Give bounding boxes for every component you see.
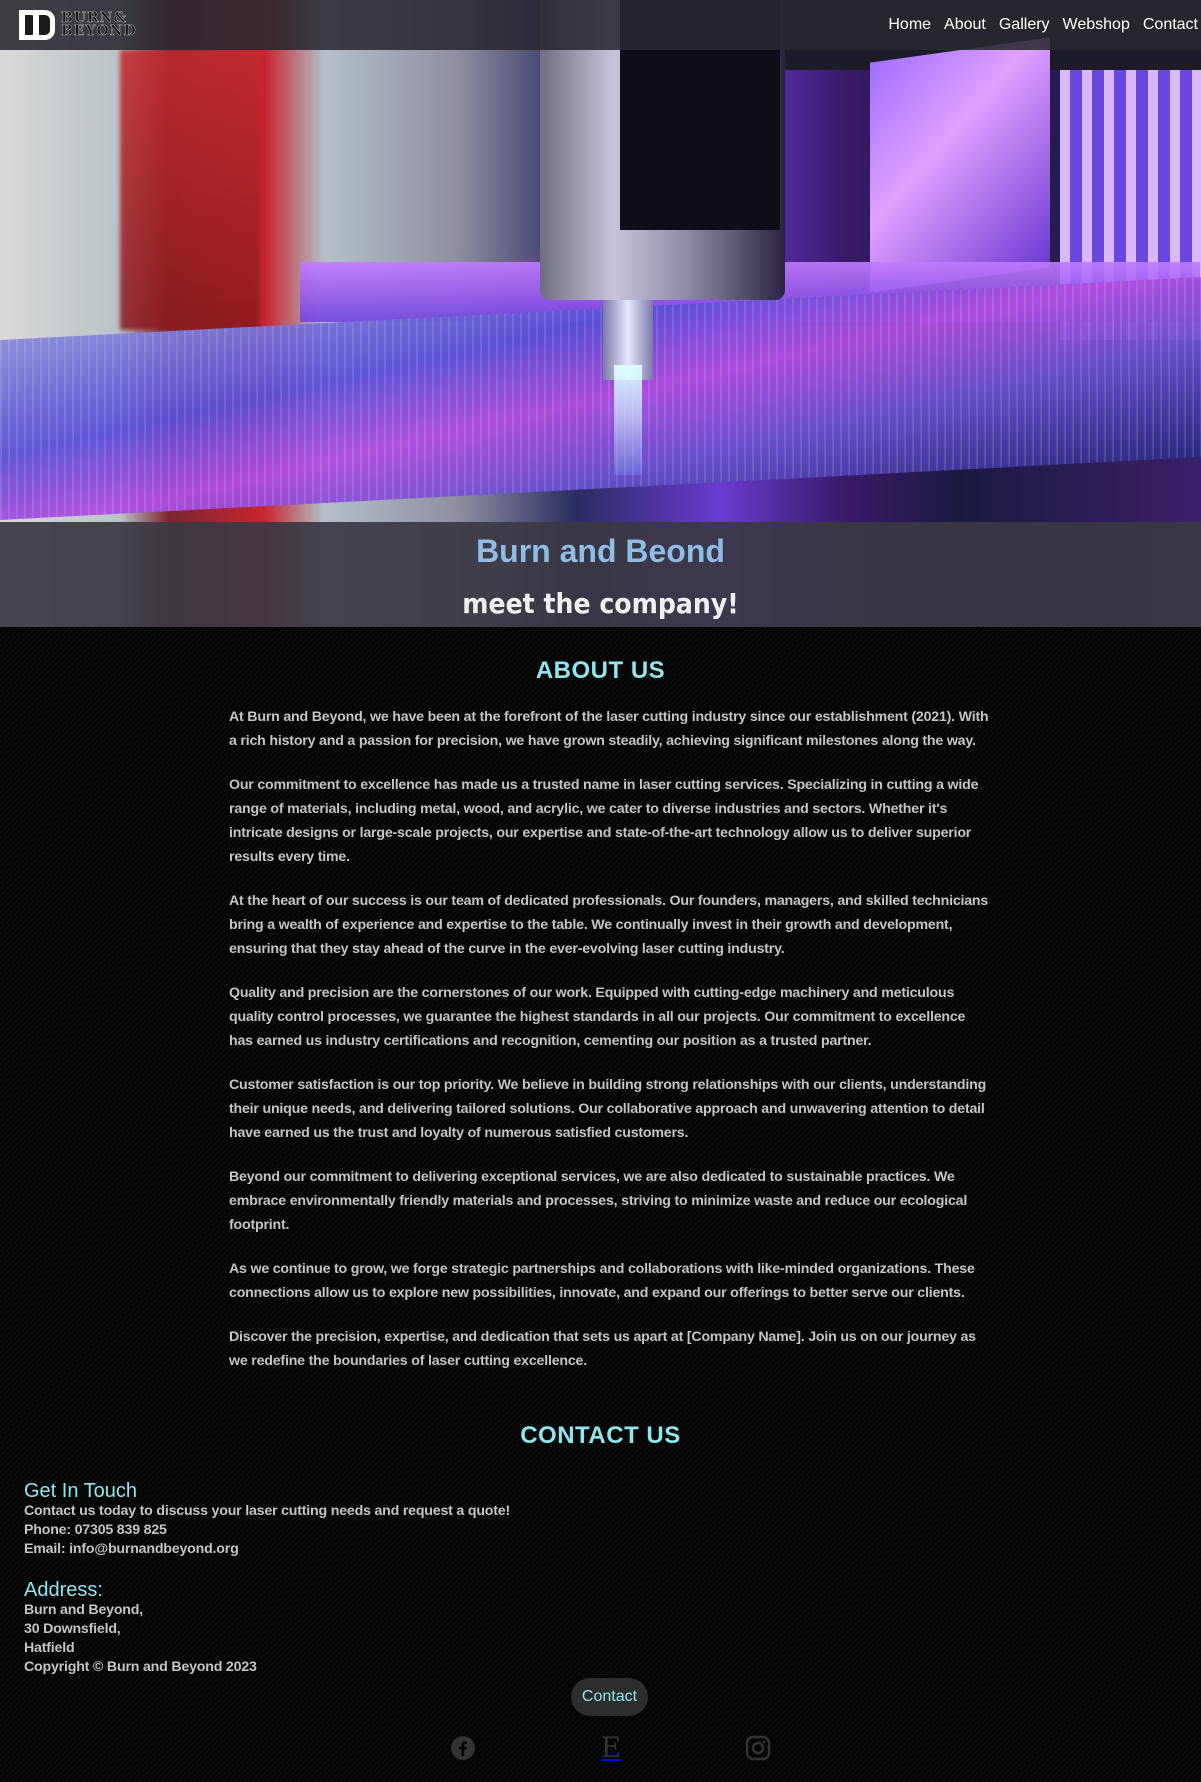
nav-contact[interactable]: Contact xyxy=(1143,16,1198,34)
main-nav: Home About Gallery Webshop Contact xyxy=(875,16,1198,34)
hero-title: Burn and Beond xyxy=(476,533,725,569)
nav-webshop[interactable]: Webshop xyxy=(1063,16,1130,34)
phone-number: Phone: 07305 839 825 xyxy=(24,1522,167,1538)
copyright: Copyright © Burn and Beyond 2023 xyxy=(24,1659,257,1675)
about-paragraph: Quality and precision are the cornerston… xyxy=(229,985,966,1049)
nav-about[interactable]: About xyxy=(944,16,986,34)
nav-home[interactable]: Home xyxy=(888,16,931,34)
email-address: Email: info@burnandbeyond.org xyxy=(24,1541,239,1557)
hero-metal-plate xyxy=(870,37,1050,293)
top-navbar: BURN& BEYOND Home About Gallery Webshop … xyxy=(0,0,1201,50)
address-section: Address: Burn and Beyond, 30 Downsfield,… xyxy=(24,1579,724,1677)
about-paragraph: At Burn and Beyond, we have been at the … xyxy=(229,709,989,749)
hero-subtitle: meet the company! xyxy=(462,587,739,620)
address-line: Burn and Beyond, xyxy=(24,1602,143,1618)
get-in-touch-text: Contact us today to discuss your laser c… xyxy=(24,1503,510,1519)
about-paragraph: At the heart of our success is our team … xyxy=(229,893,989,957)
logo-bb-icon xyxy=(19,10,57,40)
about-paragraph: Customer satisfaction is our top priorit… xyxy=(229,1077,987,1141)
get-in-touch-section: Get In Touch Contact us today to discuss… xyxy=(24,1480,724,1559)
brand-logo[interactable]: BURN& BEYOND xyxy=(19,0,137,50)
about-heading: ABOUT US xyxy=(535,657,666,684)
get-in-touch-title: Get In Touch xyxy=(24,1480,138,1502)
about-body: At Burn and Beyond, we have been at the … xyxy=(229,705,991,1393)
contact-button[interactable]: Contact xyxy=(571,1678,648,1716)
etsy-icon[interactable]: E xyxy=(597,1734,625,1762)
logo-text: BURN& BEYOND xyxy=(61,10,137,39)
facebook-icon[interactable] xyxy=(449,1734,477,1762)
address-line: 30 Downsfield, xyxy=(24,1621,121,1637)
about-paragraph: As we continue to grow, we forge strateg… xyxy=(229,1261,975,1301)
about-paragraph: Our commitment to excellence has made us… xyxy=(229,777,979,865)
address-title: Address: xyxy=(24,1579,103,1601)
etsy-glyph: E xyxy=(600,1731,622,1764)
about-paragraph: Discover the precision, expertise, and d… xyxy=(229,1329,976,1369)
instagram-icon[interactable] xyxy=(744,1734,772,1762)
about-paragraph: Beyond our commitment to delivering exce… xyxy=(229,1169,968,1233)
hero-title-band: Burn and Beond meet the company! xyxy=(0,522,1201,627)
address-line: Hatfield xyxy=(24,1640,75,1656)
nav-gallery[interactable]: Gallery xyxy=(999,16,1050,34)
hero-laser-beam xyxy=(614,365,642,475)
contact-heading: CONTACT US xyxy=(520,1422,681,1449)
hero-red-machine xyxy=(120,50,260,330)
